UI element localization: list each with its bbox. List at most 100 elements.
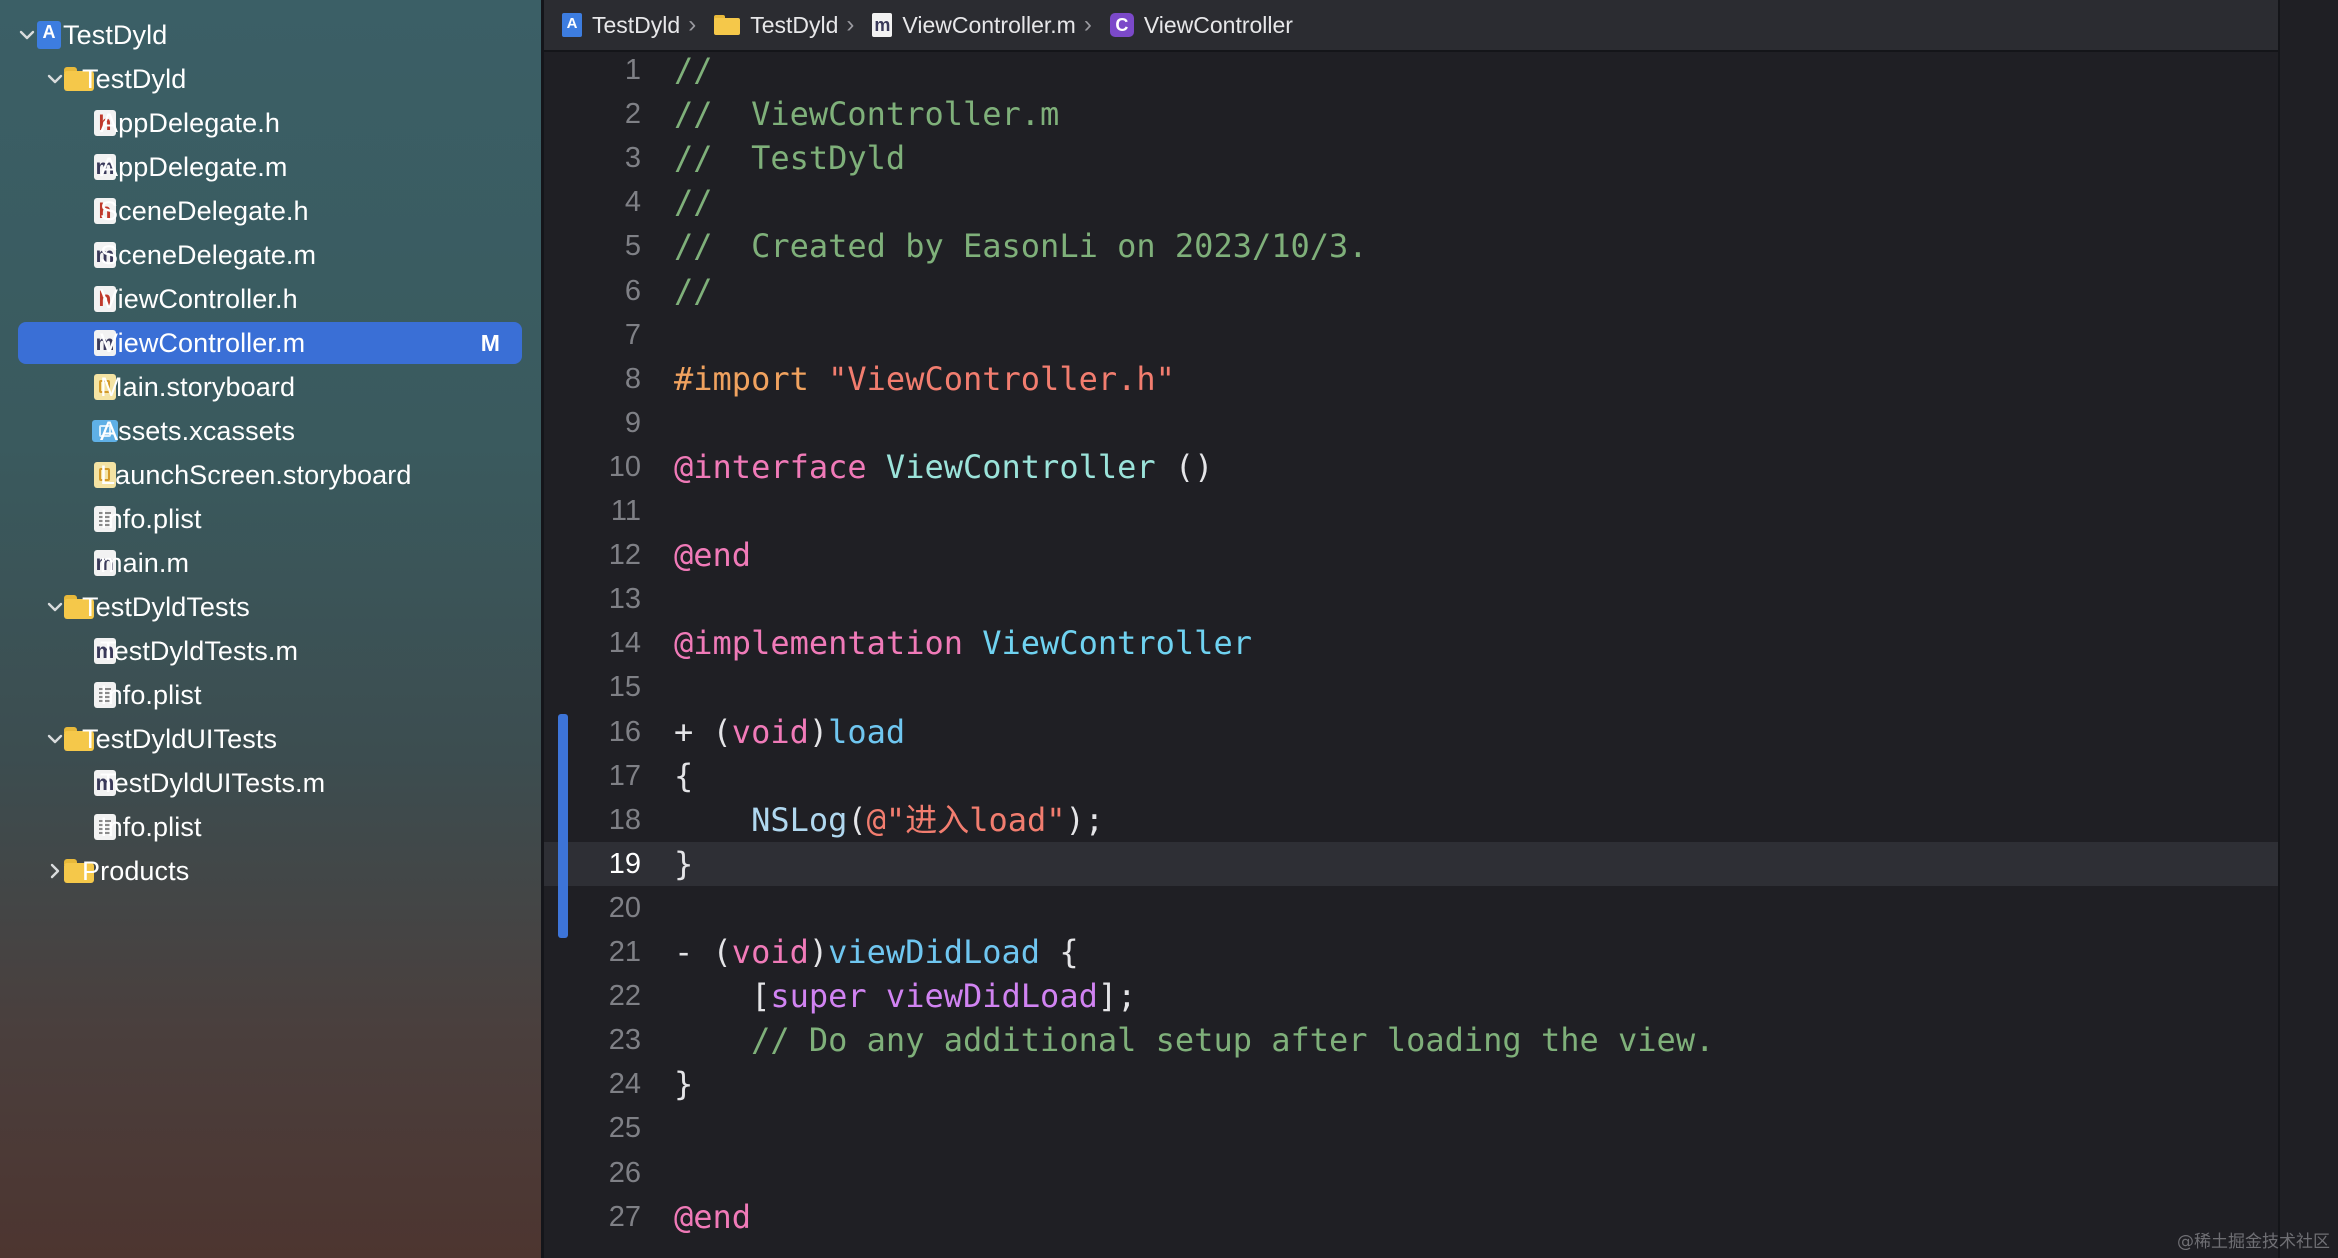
code-line[interactable]: 1 //: [544, 52, 2278, 92]
code-line[interactable]: 9: [544, 401, 2278, 445]
disclosure-chevron-down-icon[interactable]: [44, 718, 66, 760]
code-token: - (: [674, 933, 732, 971]
navigator-item[interactable]: Main.storyboard: [18, 366, 522, 408]
navigator-item[interactable]: Info.plist: [18, 498, 522, 540]
jump-bar-crumb[interactable]: m ViewController.m ›: [860, 11, 1092, 39]
code-line[interactable]: 16 + (void)load: [544, 710, 2278, 754]
code-line[interactable]: 10 @interface ViewController (): [544, 445, 2278, 489]
code-text: // ViewController.m: [674, 92, 1059, 136]
navigator-item[interactable]: TestDyld: [18, 14, 522, 56]
navigator-item[interactable]: Info.plist: [18, 806, 522, 848]
line-number: 5: [624, 230, 641, 263]
code-token: #import: [674, 359, 829, 398]
code-line[interactable]: 22 [super viewDidLoad];: [544, 974, 2278, 1018]
code-text: - (void)viewDidLoad {: [674, 930, 1079, 974]
code-line[interactable]: 7: [544, 313, 2278, 357]
navigator-item[interactable]: m SceneDelegate.m: [18, 234, 522, 276]
code-token: + (: [674, 712, 732, 751]
navigator-item[interactable]: m ViewController.m M: [18, 322, 522, 364]
navigator-item[interactable]: h ViewController.h: [18, 278, 522, 320]
navigator-item-label: AppDelegate.h: [100, 107, 280, 138]
code-line[interactable]: 25: [544, 1106, 2278, 1150]
jump-bar-crumb[interactable]: TestDyld ›: [544, 11, 696, 39]
line-number: 14: [608, 627, 641, 660]
navigator-item-label: AppDelegate.m: [100, 151, 288, 182]
navigator-item[interactable]: m TestDyldTests.m: [18, 630, 522, 672]
code-text: NSLog(@"进入load");: [674, 798, 1104, 842]
crumb-icon: [562, 13, 582, 37]
code-line[interactable]: 27 @end: [544, 1195, 2278, 1239]
line-number: 12: [608, 539, 641, 572]
code-line[interactable]: 21- (void)viewDidLoad {: [544, 930, 2278, 974]
code-token: ): [808, 933, 829, 971]
line-number: 6: [624, 274, 641, 307]
code-line[interactable]: 24}: [544, 1062, 2278, 1106]
line-number: 4: [624, 186, 641, 219]
code-token: }: [674, 844, 694, 883]
code-token: ViewController: [885, 447, 1156, 486]
class-c-icon: C: [1109, 13, 1134, 37]
navigator-item-label: LaunchScreen.storyboard: [100, 459, 412, 490]
code-token: );: [1065, 800, 1105, 839]
code-token: (: [847, 800, 867, 839]
navigator-item[interactable]: m AppDelegate.m: [18, 146, 522, 188]
code-line[interactable]: 17{: [544, 754, 2278, 798]
code-token: // Created by EasonLi on 2023/10/3.: [674, 227, 1368, 266]
code-token: {: [1040, 933, 1079, 971]
jump-bar-crumb[interactable]: C ViewController: [1098, 12, 1293, 39]
navigator-item-label: Info.plist: [100, 679, 202, 710]
disclosure-chevron-right-icon[interactable]: [44, 850, 66, 892]
line-number: 26: [608, 1156, 641, 1189]
line-number: 2: [624, 98, 641, 131]
code-line[interactable]: 2 // ViewController.m: [544, 92, 2278, 136]
code-line[interactable]: 26: [544, 1151, 2278, 1195]
navigator-item[interactable]: TestDyldTests: [18, 586, 522, 628]
navigator-item[interactable]: TestDyldUITests: [18, 718, 522, 760]
line-number: 9: [624, 406, 641, 439]
code-line[interactable]: 11: [544, 489, 2278, 533]
code-token: // Do any additional setup after loading…: [751, 1021, 1715, 1060]
project-icon: [37, 21, 61, 49]
code-token: ): [808, 712, 829, 751]
source-editor[interactable]: 1 // 2 // ViewController.m 3 // TestDyld 4 // 5 /…: [544, 52, 2278, 1258]
navigator-item[interactable]: TestDyld: [18, 58, 522, 100]
code-token: [: [674, 977, 771, 1016]
navigator-item[interactable]: Products: [18, 850, 522, 892]
code-line[interactable]: 15: [544, 665, 2278, 709]
code-text: @implementation ViewController: [674, 621, 1252, 665]
jump-bar-crumb[interactable]: TestDyld ›: [702, 11, 854, 39]
navigator-item[interactable]: m main.m: [18, 542, 522, 584]
navigator-item[interactable]: m TestDyldUITests.m: [18, 762, 522, 804]
navigator-item[interactable]: h SceneDelegate.h: [18, 190, 522, 232]
code-line[interactable]: 13: [544, 577, 2278, 621]
source-control-change-bar[interactable]: [558, 714, 568, 938]
minimap-strip: [2278, 0, 2338, 1258]
code-line[interactable]: 20: [544, 886, 2278, 930]
crumb-separator-chevron-icon: ›: [846, 11, 855, 38]
code-token: @end: [674, 536, 752, 575]
navigator-item[interactable]: h AppDelegate.h: [18, 102, 522, 144]
code-line[interactable]: 23 // Do any additional setup after load…: [544, 1018, 2278, 1062]
navigator-item[interactable]: LaunchScreen.storyboard: [18, 454, 522, 496]
line-number: 11: [610, 495, 641, 527]
code-line[interactable]: 14 @implementation ViewController: [544, 621, 2278, 665]
line-number: 1: [624, 54, 641, 86]
navigator-item-label: Main.storyboard: [100, 371, 296, 402]
code-token: @end: [674, 1197, 752, 1236]
code-token: // TestDyld: [674, 139, 906, 178]
code-line[interactable]: 5 // Created by EasonLi on 2023/10/3.: [544, 224, 2278, 268]
navigator-item[interactable]: Info.plist: [18, 674, 522, 716]
code-line[interactable]: 12 @end: [544, 533, 2278, 577]
code-line[interactable]: 6 //: [544, 269, 2278, 313]
code-text: // Do any additional setup after loading…: [674, 1018, 1714, 1062]
disclosure-chevron-down-icon[interactable]: [44, 58, 66, 100]
current-code-line[interactable]: 19}: [544, 841, 2278, 886]
code-line[interactable]: 18 NSLog(@"进入load");: [544, 798, 2278, 842]
code-line[interactable]: 8 #import "ViewController.h": [544, 357, 2278, 401]
navigator-item-label: Products: [82, 855, 190, 886]
disclosure-chevron-down-icon[interactable]: [16, 14, 38, 56]
code-line[interactable]: 4 //: [544, 180, 2278, 224]
code-line[interactable]: 3 // TestDyld: [544, 136, 2278, 180]
navigator-item[interactable]: Assets.xcassets: [18, 410, 522, 452]
disclosure-chevron-down-icon[interactable]: [44, 586, 66, 628]
